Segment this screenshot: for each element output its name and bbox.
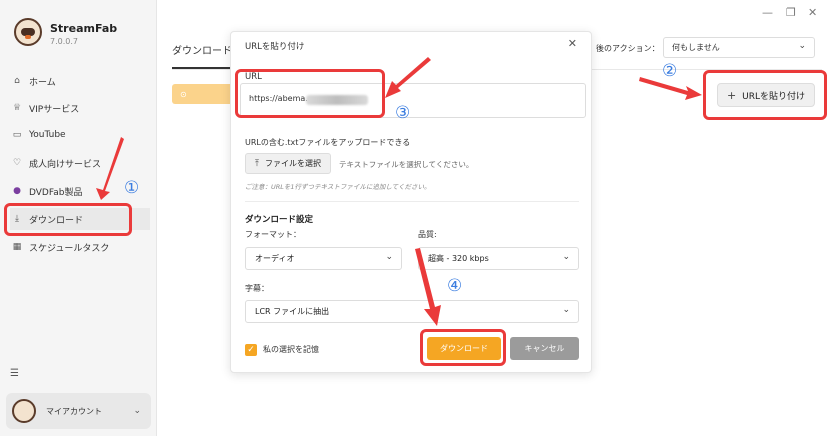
- start-button[interactable]: ⊙: [172, 84, 234, 104]
- paste-url-dialog: URLを貼り付け ✕ URL https://abema. URLの含む.txt…: [230, 31, 592, 373]
- after-action-label: 後のアクション：: [596, 44, 660, 53]
- sidebar-item-label: 成人向けサービス: [29, 159, 102, 170]
- heart-icon: ♡: [12, 158, 22, 168]
- vip-icon: ♕: [12, 103, 22, 113]
- download-icon: ⤓: [15, 214, 19, 224]
- download-button[interactable]: ダウンロード: [427, 337, 501, 360]
- download-settings-heading: ダウンロード設定: [245, 215, 314, 225]
- sidebar-item-label: ホーム: [29, 77, 56, 88]
- home-icon: ⌂: [14, 76, 20, 86]
- choose-file-button[interactable]: ⤒ ファイルを選択: [245, 153, 331, 174]
- step-marker-1: ①: [124, 178, 140, 198]
- remember-label: 私の選択を記憶: [263, 345, 319, 354]
- chevron-down-icon: ⌄: [562, 305, 570, 315]
- format-select[interactable]: オーディオ ⌄: [245, 247, 402, 270]
- upload-icon: ⤒: [255, 158, 259, 169]
- sidebar-item-label: DVDFab製品: [29, 187, 83, 198]
- sidebar-item-label: YouTube: [29, 130, 66, 140]
- chevron-down-icon: ⌄: [798, 41, 806, 51]
- calendar-icon: ▦: [12, 242, 22, 252]
- account-menu[interactable]: マイアカウント ⌄: [6, 393, 151, 429]
- url-label: URL: [245, 72, 262, 82]
- close-window-icon[interactable]: ✕: [808, 6, 817, 19]
- chevron-down-icon: ⌄: [562, 252, 570, 262]
- quality-select[interactable]: 超高 - 320 kbps ⌄: [418, 247, 579, 270]
- chevron-down-icon: ⌄: [133, 406, 141, 416]
- subtitle-label: 字幕：: [245, 284, 269, 293]
- dvdfab-icon: ●: [13, 186, 21, 196]
- url-value: https://abema.: [249, 94, 308, 103]
- step-marker-2: ②: [662, 61, 678, 81]
- quality-label: 品質:: [418, 230, 437, 239]
- upload-label: URLの含む.txtファイルをアップロードできる: [245, 138, 411, 147]
- app-version: 7.0.0.7: [50, 37, 78, 46]
- sidebar-item-adult[interactable]: ♡ 成人向けサービス: [10, 152, 150, 174]
- sidebar: StreamFab 7.0.0.7 ⌂ ホーム ♕ VIPサービス ▭ YouT…: [0, 0, 157, 436]
- close-icon[interactable]: ✕: [568, 37, 577, 50]
- restore-icon[interactable]: ❐: [786, 6, 796, 19]
- note-text: ご注意：URLを1行ずつテキストファイルに追加してください。: [245, 183, 431, 191]
- account-label: マイアカウント: [46, 406, 102, 416]
- step-marker-3: ③: [395, 103, 411, 123]
- file-hint: テキストファイルを選択してください。: [339, 160, 474, 169]
- sidebar-item-label: スケジュールタスク: [29, 243, 110, 254]
- plus-icon: +: [726, 88, 737, 102]
- after-action-select[interactable]: 何もしません ⌄: [663, 37, 815, 58]
- divider: [245, 201, 579, 202]
- url-input[interactable]: https://abema.: [240, 83, 586, 118]
- play-icon: ⊙: [180, 89, 187, 99]
- sidebar-item-vip[interactable]: ♕ VIPサービス: [10, 97, 150, 119]
- after-action-value: 何もしません: [672, 43, 720, 52]
- youtube-icon: ▭: [12, 130, 22, 140]
- subtitle-select[interactable]: LCR ファイルに抽出 ⌄: [245, 300, 579, 323]
- remember-checkbox[interactable]: ✓: [245, 344, 257, 356]
- cancel-button[interactable]: キャンセル: [510, 337, 579, 360]
- step-marker-4: ④: [447, 276, 463, 296]
- sidebar-item-label: VIPサービス: [29, 104, 80, 115]
- blurred-url-part: [306, 95, 368, 105]
- app-logo: [14, 18, 42, 46]
- format-label: フォーマット：: [245, 230, 301, 239]
- paste-url-button[interactable]: + URLを貼り付け: [717, 83, 815, 107]
- sidebar-item-youtube[interactable]: ▭ YouTube: [10, 124, 150, 146]
- dialog-title: URLを貼り付け: [245, 42, 305, 52]
- sidebar-item-schedule[interactable]: ▦ スケジュールタスク: [10, 236, 150, 258]
- avatar: [12, 399, 36, 423]
- paste-url-label: URLを貼り付け: [742, 91, 806, 102]
- menu-icon[interactable]: ☰: [10, 368, 19, 379]
- sidebar-item-label: ダウンロード: [29, 215, 84, 226]
- subtitle-value: LCR ファイルに抽出: [255, 307, 330, 316]
- minimize-icon[interactable]: —: [762, 6, 773, 19]
- format-value: オーディオ: [255, 254, 295, 263]
- chevron-down-icon: ⌄: [385, 252, 393, 262]
- app-title: StreamFab: [50, 22, 118, 35]
- sidebar-item-home[interactable]: ⌂ ホーム: [10, 70, 150, 92]
- quality-value: 超高 - 320 kbps: [428, 254, 489, 263]
- choose-file-label: ファイルを選択: [264, 159, 321, 168]
- sidebar-item-download[interactable]: ⤓ ダウンロード: [10, 208, 150, 230]
